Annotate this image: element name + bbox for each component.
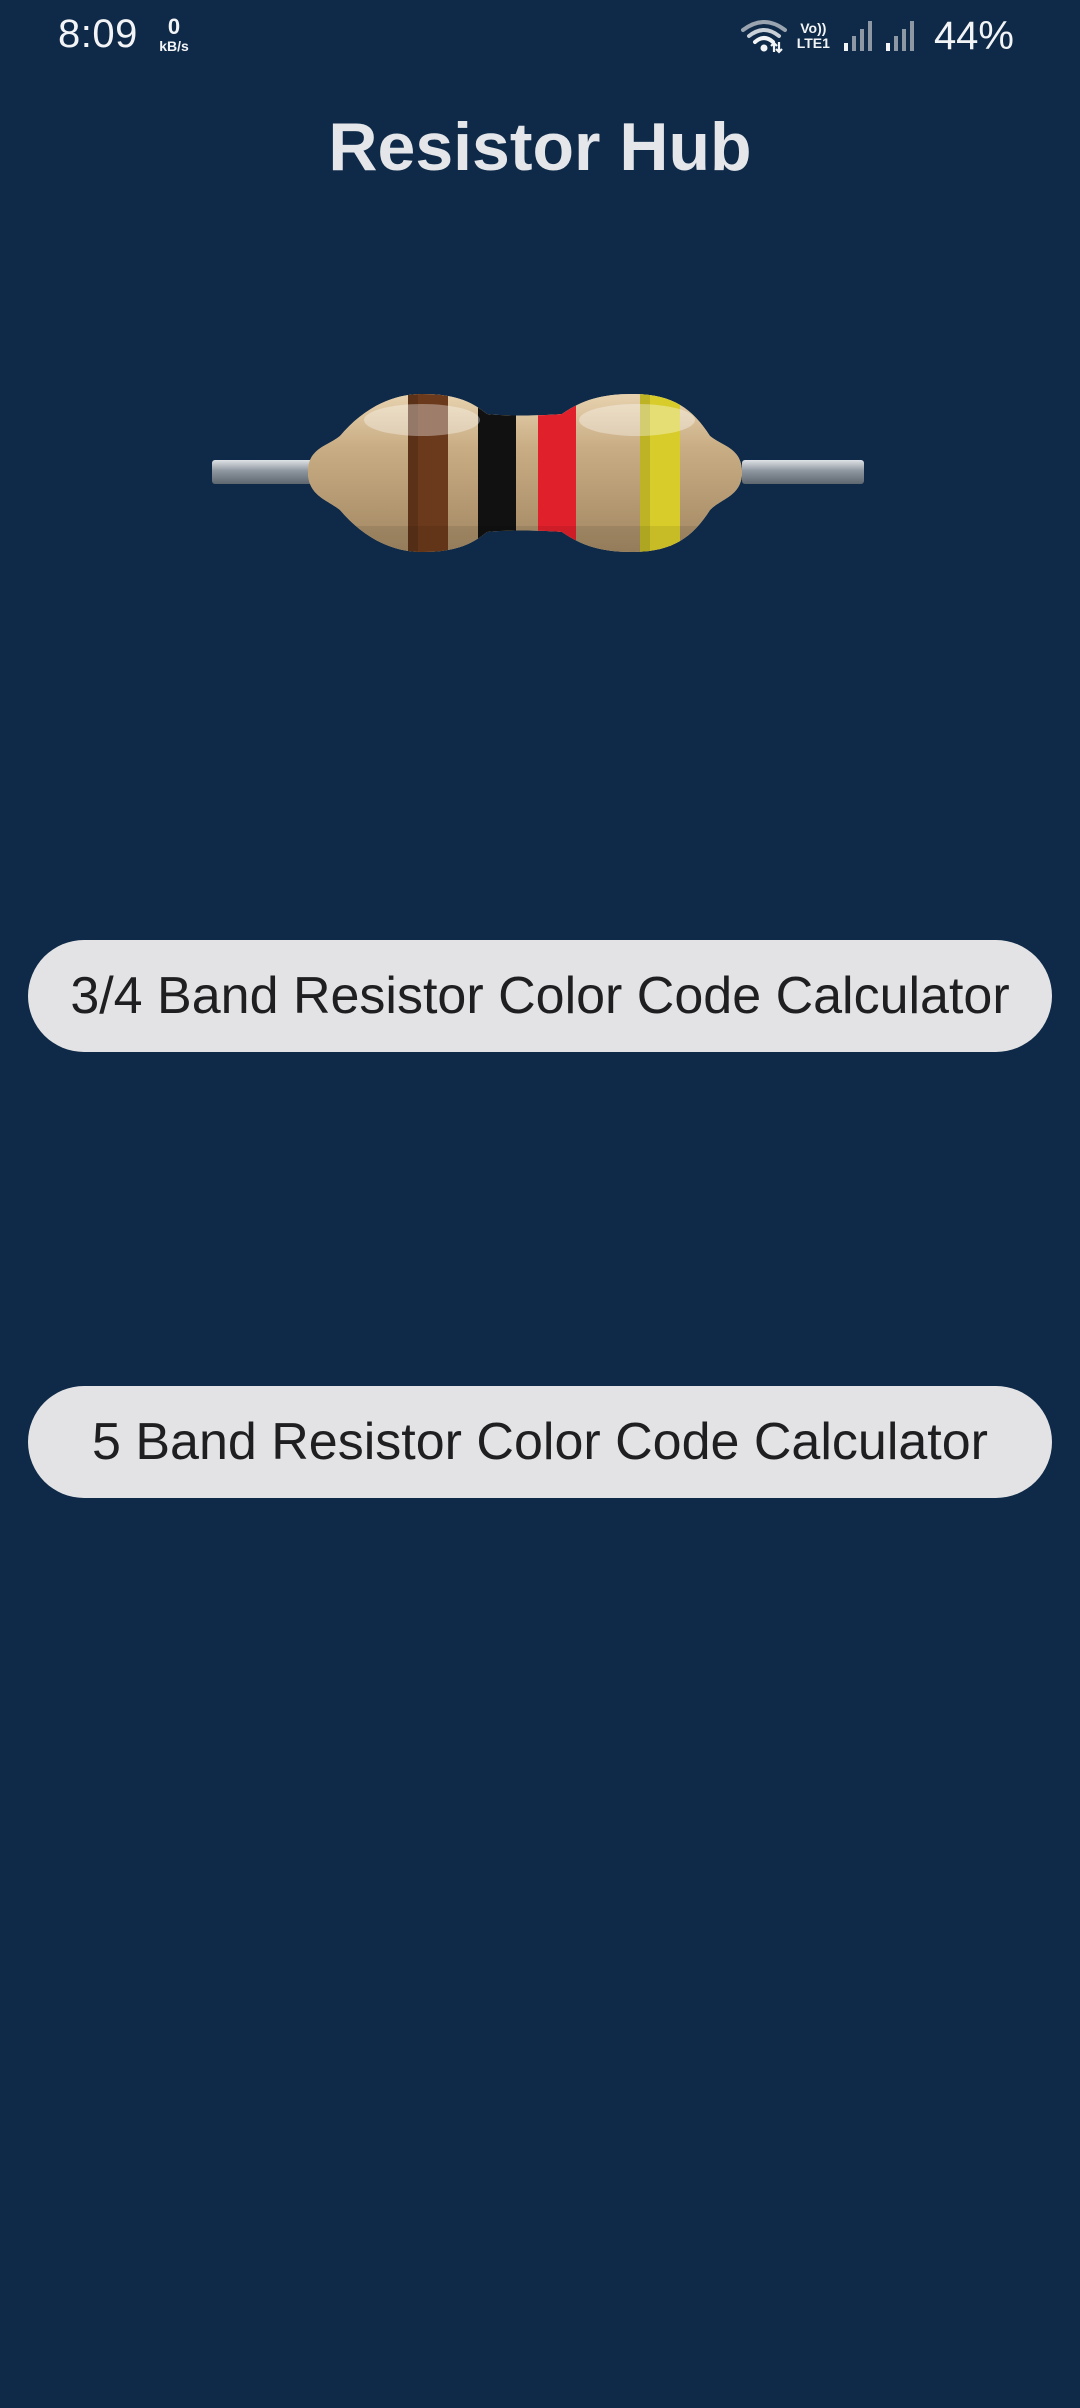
battery-level: 44% [933, 13, 1014, 58]
band-34-calculator-button[interactable]: 3/4 Band Resistor Color Code Calculator [28, 940, 1052, 1052]
network-speed: 0 kB/s [156, 14, 192, 54]
network-speed-value: 0 [167, 14, 181, 39]
status-icons: Vo)) LTE1 44% [740, 13, 1014, 58]
volte-top: Vo)) [800, 20, 827, 37]
signal-icon [884, 19, 916, 53]
status-time: 8:09 [58, 12, 138, 56]
network-speed-unit: kB/s [159, 38, 189, 54]
status-bar: 8:09 0 kB/s Vo)) LTE1 44% [0, 0, 1080, 74]
resistor-illustration [212, 394, 864, 552]
wifi-icon [740, 18, 787, 54]
volte-bottom: LTE1 [796, 35, 830, 51]
band-5-calculator-button[interactable]: 5 Band Resistor Color Code Calculator [28, 1386, 1052, 1498]
signal-icon [842, 19, 874, 53]
page-title: Resistor Hub [328, 109, 752, 185]
volte-indicator: Vo)) LTE1 [797, 21, 830, 50]
